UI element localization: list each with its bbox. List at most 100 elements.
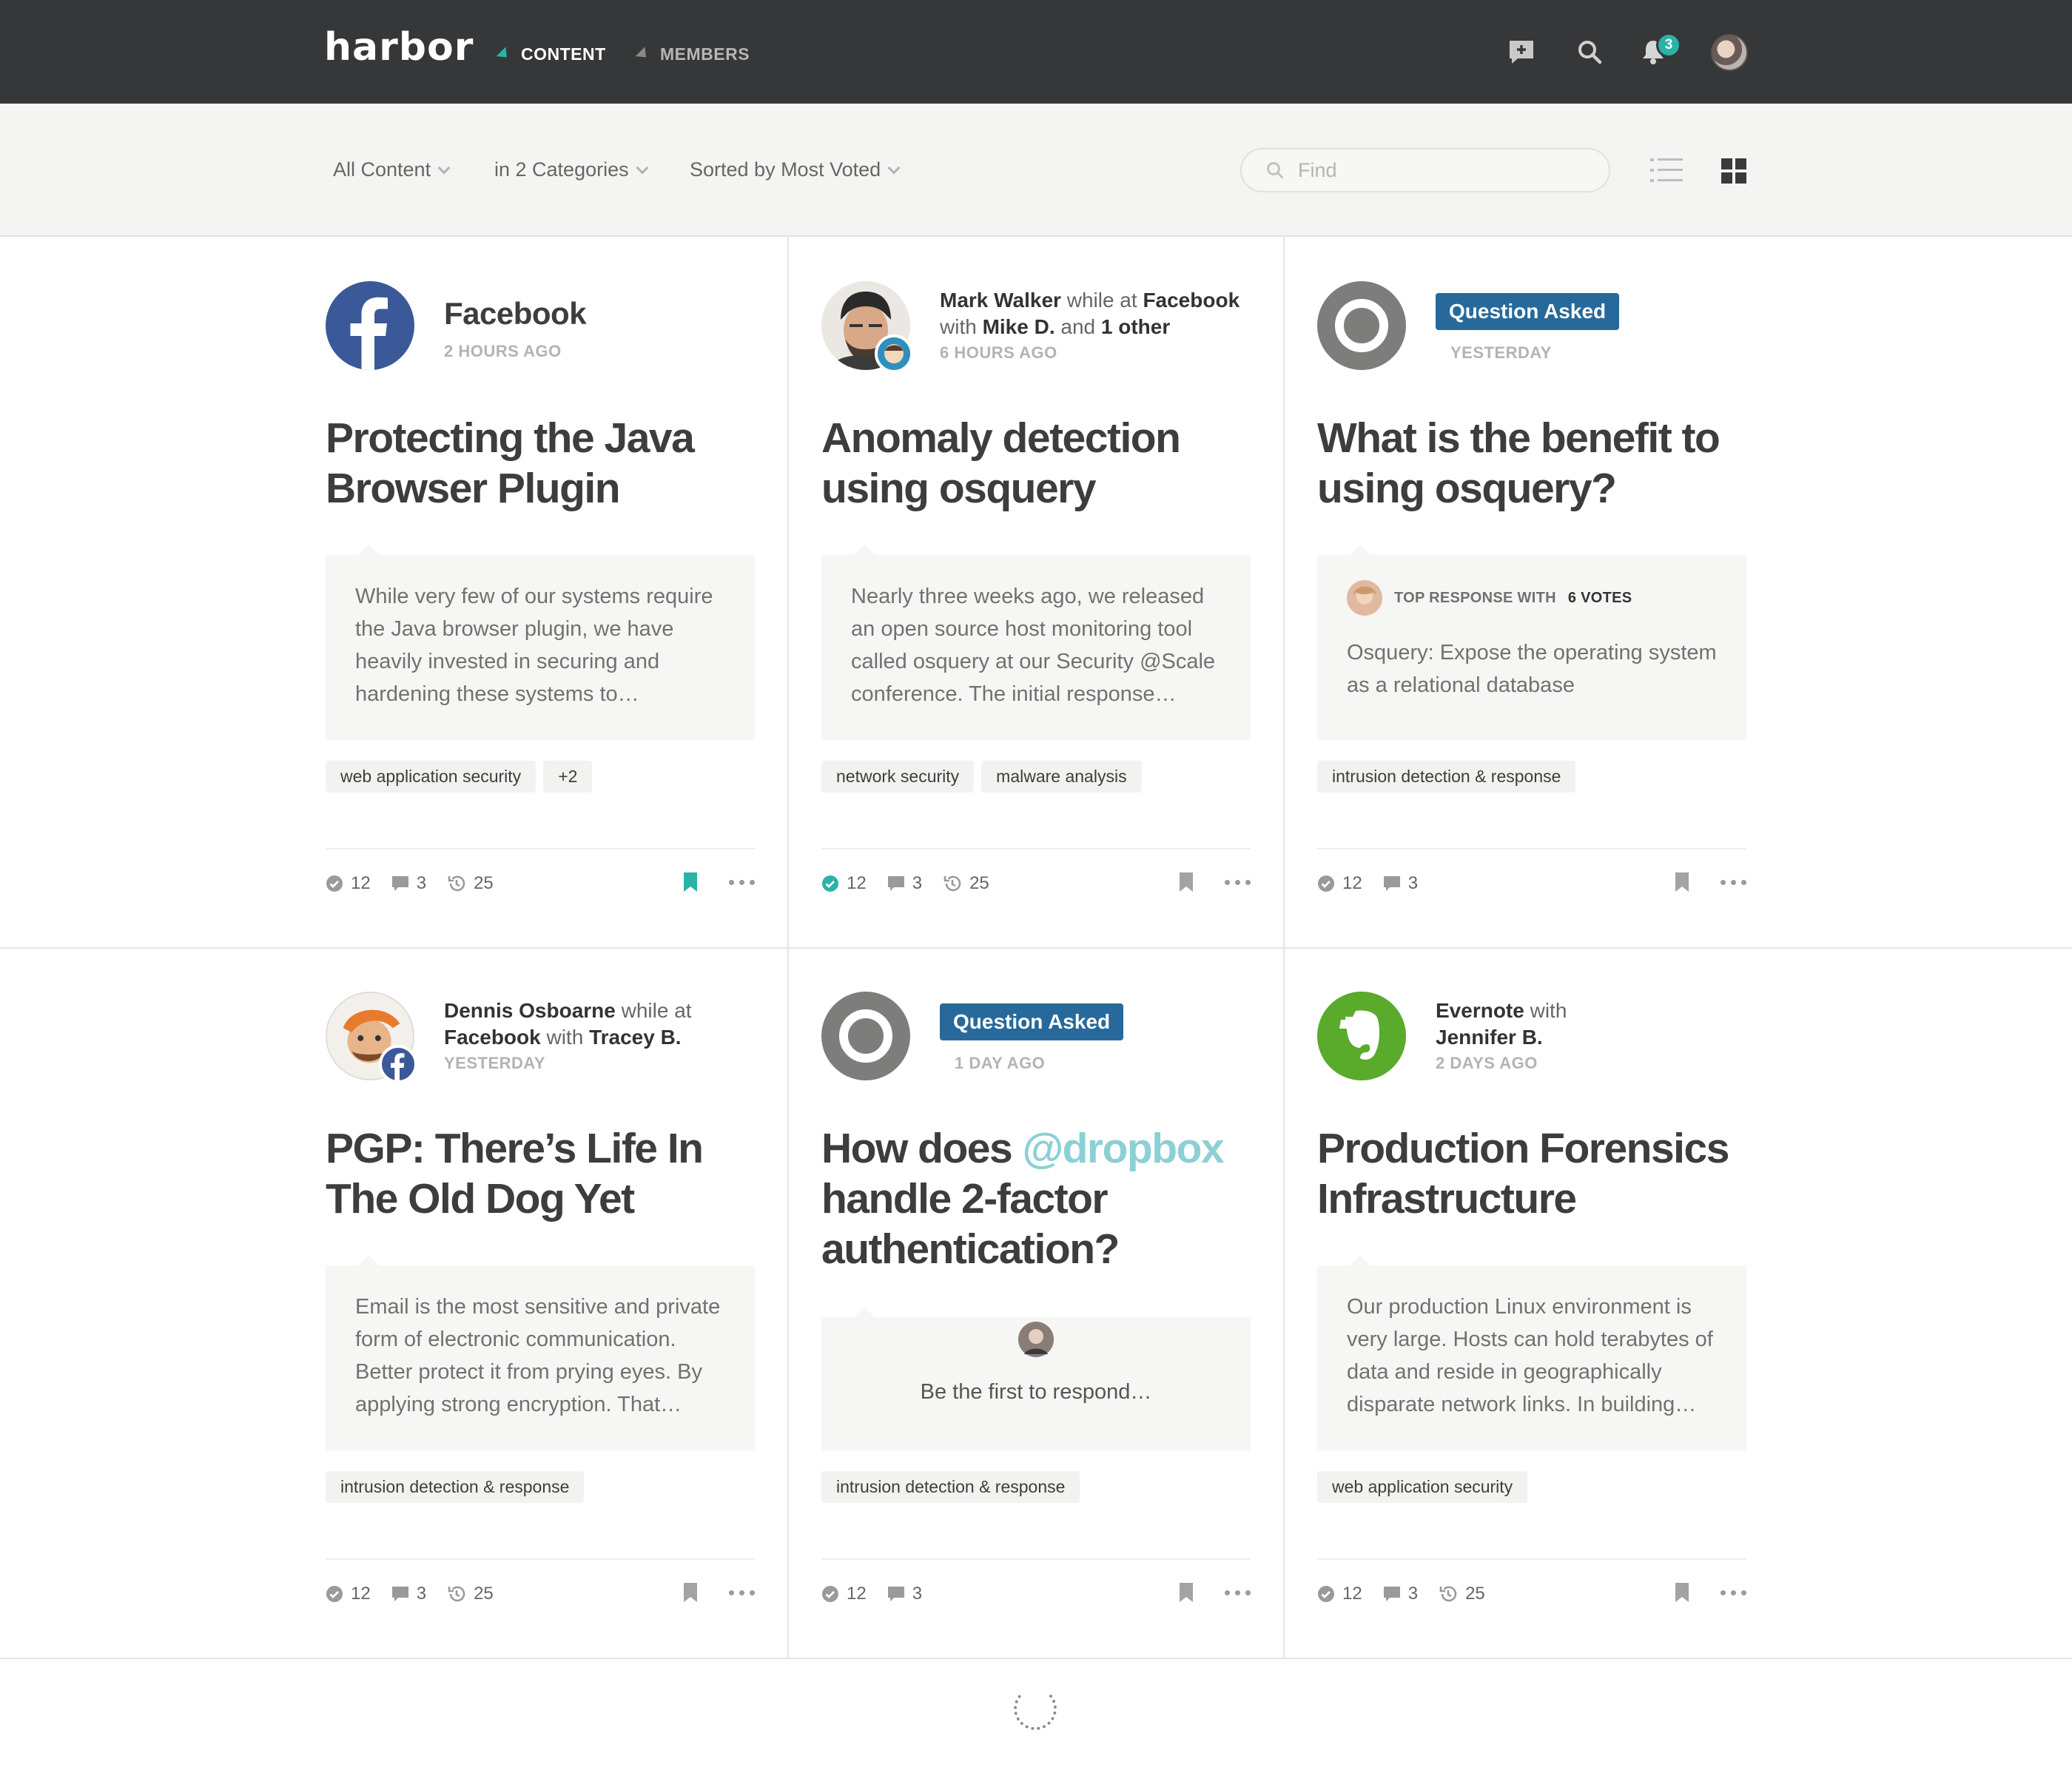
- coauthor-name[interactable]: Tracey B.: [589, 1026, 682, 1049]
- history-icon: [944, 875, 961, 892]
- top-response-votes: 6 VOTES: [1567, 590, 1632, 606]
- harbor-logo[interactable]: harbor: [324, 25, 474, 70]
- list-view-icon[interactable]: [1650, 155, 1683, 185]
- search-icon[interactable]: [1575, 37, 1604, 67]
- tag[interactable]: intrusion detection & response: [821, 1471, 1080, 1503]
- view-stat[interactable]: 25: [447, 1584, 494, 1604]
- coauthor-name[interactable]: Jennifer B.: [1436, 1026, 1543, 1049]
- bookmark-icon[interactable]: [1179, 1582, 1194, 1603]
- scope-filter-dropdown[interactable]: All Content: [333, 158, 451, 181]
- tag-more[interactable]: +2: [543, 761, 593, 793]
- find-input[interactable]: [1298, 158, 1579, 182]
- bookmark-icon[interactable]: [683, 1582, 698, 1603]
- comment-stat[interactable]: 3: [887, 873, 922, 894]
- tag[interactable]: network security: [821, 761, 975, 793]
- user-avatar[interactable]: [1711, 34, 1748, 71]
- find-search-box[interactable]: [1240, 148, 1610, 192]
- vote-stat[interactable]: 12: [326, 1584, 371, 1604]
- content-card[interactable]: Dennis Osboarne while at Facebook with T…: [326, 992, 755, 1628]
- check-circle-icon: [326, 875, 343, 892]
- facebook-logo[interactable]: [326, 281, 414, 370]
- post-title[interactable]: How does @dropbox handle 2-factor authen…: [821, 1123, 1251, 1274]
- author-line: Dennis Osboarne while at: [444, 999, 692, 1022]
- content-card[interactable]: Question Asked YESTERDAY What is the ben…: [1317, 281, 1746, 918]
- bookmark-icon[interactable]: [683, 872, 698, 892]
- org-name[interactable]: Facebook: [444, 1026, 541, 1049]
- coauthor-name[interactable]: Mike D.: [983, 315, 1055, 338]
- tag[interactable]: intrusion detection & response: [326, 1471, 585, 1503]
- author-name[interactable]: Facebook: [444, 296, 755, 332]
- bookmark-icon[interactable]: [1675, 1582, 1689, 1603]
- post-time: 6 HOURS AGO: [940, 343, 1057, 362]
- category-filter-label: in 2 Categories: [494, 158, 629, 181]
- nav-tab-members[interactable]: MEMBERS: [635, 44, 750, 64]
- top-response-header: TOP RESPONSE WITH 6 VOTES: [1347, 580, 1717, 616]
- post-title[interactable]: Anomaly detection using osquery: [821, 413, 1251, 514]
- tag[interactable]: intrusion detection & response: [1317, 761, 1576, 793]
- tag[interactable]: malware analysis: [981, 761, 1142, 793]
- comment-stat[interactable]: 3: [1383, 873, 1418, 894]
- comment-count: 3: [416, 1584, 427, 1604]
- tag-list: web application security +2: [326, 761, 593, 793]
- respond-prompt: Be the first to respond…: [920, 1380, 1152, 1404]
- card-footer: 12 3 25: [821, 848, 1251, 915]
- grid-view-icon[interactable]: [1720, 155, 1752, 185]
- vote-stat[interactable]: 12: [326, 873, 371, 894]
- content-card[interactable]: Facebook 2 HOURS AGO Protecting the Java…: [326, 281, 755, 918]
- comment-icon: [1383, 1587, 1400, 1601]
- more-icon[interactable]: [1225, 1590, 1251, 1595]
- org-name[interactable]: Facebook: [1143, 289, 1240, 312]
- vote-stat[interactable]: 12: [1317, 873, 1362, 894]
- content-card[interactable]: Mark Walker while at Facebook with Mike …: [821, 281, 1251, 918]
- responder-avatar[interactable]: [1347, 580, 1382, 616]
- author-name[interactable]: Mark Walker: [940, 289, 1061, 312]
- tag[interactable]: web application security: [326, 761, 536, 793]
- bookmark-icon[interactable]: [1179, 872, 1194, 892]
- comment-icon: [887, 876, 904, 891]
- view-stat[interactable]: 25: [447, 873, 494, 894]
- co-author-avatar[interactable]: [875, 334, 913, 373]
- comment-stat[interactable]: 3: [391, 873, 426, 894]
- author-name[interactable]: Evernote: [1436, 999, 1524, 1022]
- card-footer: 12 3 25: [1317, 1558, 1746, 1625]
- tag[interactable]: web application security: [1317, 1471, 1528, 1503]
- more-icon[interactable]: [729, 879, 755, 885]
- comment-count: 3: [1407, 873, 1419, 893]
- row-divider: [0, 947, 2072, 949]
- others-link[interactable]: 1 other: [1101, 315, 1170, 338]
- top-response-box[interactable]: TOP RESPONSE WITH 6 VOTES Osquery: Expose…: [1317, 545, 1746, 740]
- vote-stat[interactable]: 12: [821, 873, 867, 894]
- card-footer: 12 3: [1317, 848, 1746, 915]
- more-icon[interactable]: [729, 1590, 755, 1595]
- mention-link[interactable]: @dropbox: [1023, 1125, 1225, 1172]
- content-card[interactable]: Question Asked 1 DAY AGO How does @dropb…: [821, 992, 1251, 1628]
- more-icon[interactable]: [1225, 879, 1251, 885]
- view-stat[interactable]: 25: [943, 873, 989, 894]
- bookmark-icon[interactable]: [1675, 872, 1689, 892]
- column-divider: [787, 237, 789, 1659]
- content-card[interactable]: Evernote with Jennifer B. 2 DAYS AGO Pro…: [1317, 992, 1746, 1628]
- post-title[interactable]: PGP: There’s Life In The Old Dog Yet: [326, 1123, 755, 1224]
- view-stat[interactable]: 25: [1439, 1584, 1485, 1604]
- sort-dropdown[interactable]: Sorted by Most Voted: [690, 158, 901, 181]
- comment-stat[interactable]: 3: [887, 1584, 922, 1604]
- post-title[interactable]: Protecting the Java Browser Plugin: [326, 413, 755, 514]
- vote-stat[interactable]: 12: [1317, 1584, 1362, 1604]
- nav-tab-content[interactable]: CONTENT: [496, 44, 606, 64]
- author-name[interactable]: Dennis Osboarne: [444, 999, 616, 1022]
- column-divider: [1283, 237, 1285, 1659]
- post-title[interactable]: What is the benefit to using osquery?: [1317, 413, 1746, 514]
- vote-count: 12: [847, 873, 867, 893]
- evernote-logo[interactable]: [1317, 992, 1406, 1080]
- category-filter-dropdown[interactable]: in 2 Categories: [494, 158, 649, 181]
- tag-list: intrusion detection & response: [821, 1471, 1080, 1503]
- add-post-icon[interactable]: [1507, 37, 1536, 67]
- notification-count-badge[interactable]: 3: [1656, 33, 1681, 58]
- vote-stat[interactable]: 12: [821, 1584, 867, 1604]
- post-title[interactable]: Production Forensics Infrastructure: [1317, 1123, 1746, 1224]
- more-icon[interactable]: [1720, 879, 1746, 885]
- more-icon[interactable]: [1720, 1590, 1746, 1595]
- comment-stat[interactable]: 3: [391, 1584, 426, 1604]
- respond-box[interactable]: Be the first to respond…: [821, 1307, 1251, 1450]
- comment-stat[interactable]: 3: [1383, 1584, 1418, 1604]
